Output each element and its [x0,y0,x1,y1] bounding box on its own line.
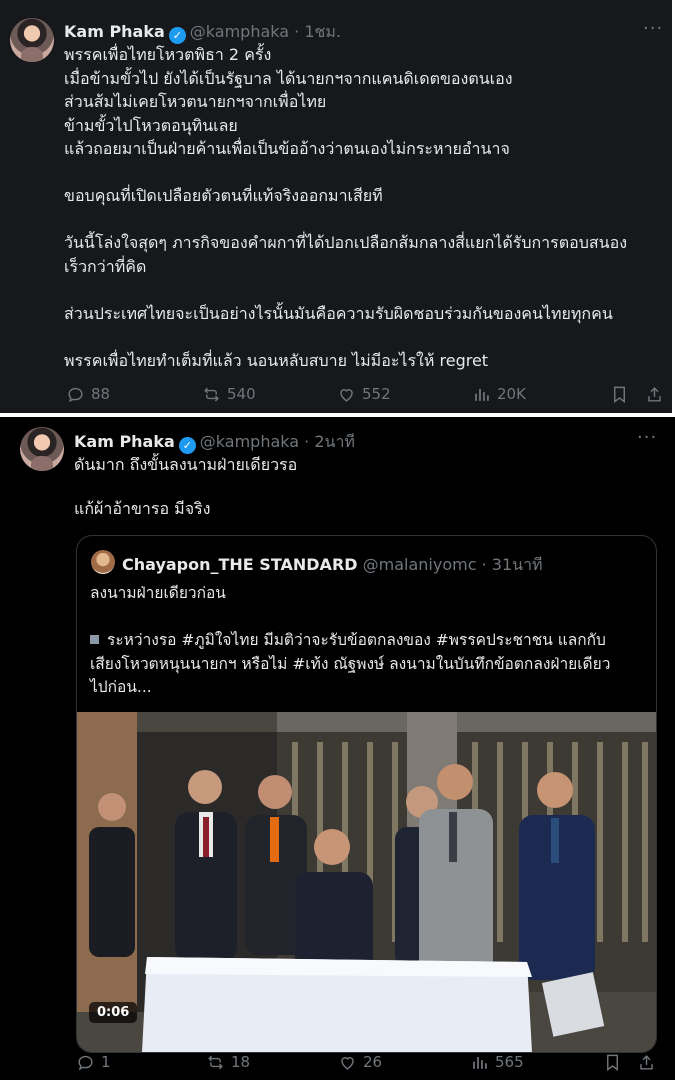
share-icon [648,386,661,402]
avatar[interactable] [10,18,54,62]
bullet-icon [90,635,99,644]
avatar[interactable] [20,427,64,471]
reply-icon [78,1055,93,1070]
video-thumbnail [77,712,656,1052]
like-count: 26 [363,1053,383,1071]
repost-count: 540 [227,385,256,403]
more-options-icon[interactable]: ··· [643,18,663,39]
quote-line1: ลงนามฝ่ายเดียวก่อน [90,584,226,602]
views-icon [475,388,489,401]
bookmark-icon [607,1054,618,1071]
author-name[interactable]: Kam Phaka [74,432,175,451]
quote-text: ลงนามฝ่ายเดียวก่อน ระหว่างรอ #ภูมิใจไทย … [90,582,650,700]
more-options-icon[interactable]: ··· [637,427,657,448]
share-button[interactable] [637,1053,656,1072]
author-handle-time[interactable]: @kamphaka · 2นาที [200,432,355,451]
tweet-header: Kam Phaka ✓ @kamphaka · 2นาที [74,430,355,455]
author-name[interactable]: Kam Phaka [64,22,165,41]
views-button[interactable]: 565 [470,1053,524,1072]
views-count: 20K [497,385,526,403]
quote-author-handle-time[interactable]: @malaniyomc · 31นาที [363,555,543,574]
like-button[interactable]: 552 [337,385,391,404]
quote-body: ระหว่างรอ #ภูมิใจไทย มีมติว่าจะรับข้อตกล… [90,631,611,696]
views-button[interactable]: 20K [472,385,526,404]
bookmark-button[interactable] [603,1053,622,1072]
tweet-1: Kam Phaka ✓ @kamphaka · 1ชม. ··· พรรคเพื่อ… [0,0,675,413]
like-count: 552 [362,385,391,403]
repost-icon [208,1055,223,1069]
repost-icon [204,387,219,401]
tweet-actions: 1 18 26 565 [0,1051,675,1073]
tweet-actions: 88 540 552 20K [0,383,672,405]
tweet-text: พรรคเพื่อไทยโหวตพิธา 2 ครั้ง เมื่อข้ามขั… [64,45,628,370]
tweet-header: Kam Phaka ✓ @kamphaka · 1ชม. [64,20,341,45]
reply-count: 88 [91,385,111,403]
video-player[interactable]: 0:06 [77,712,656,1052]
quote-author-name[interactable]: Chayapon_THE STANDARD [122,555,358,574]
share-button[interactable] [645,385,664,404]
quote-avatar[interactable] [91,550,115,574]
bookmark-button[interactable] [610,385,629,404]
repost-button[interactable]: 540 [202,385,256,404]
repost-count: 18 [231,1053,251,1071]
like-button[interactable]: 26 [338,1053,382,1072]
verified-badge-icon: ✓ [168,27,186,44]
repost-button[interactable]: 18 [206,1053,250,1072]
heart-icon [341,1056,354,1070]
tweet-2: Kam Phaka ✓ @kamphaka · 2นาที ··· ดันมาก ถ… [0,417,675,1080]
views-icon [473,1056,487,1069]
views-count: 565 [495,1053,524,1071]
verified-badge-icon: ✓ [178,437,196,454]
video-timecode: 0:06 [89,1002,138,1023]
reply-button[interactable]: 88 [66,385,110,404]
author-handle-time[interactable]: @kamphaka · 1ชม. [190,22,341,41]
reply-count: 1 [101,1053,111,1071]
share-icon [640,1054,653,1070]
reply-button[interactable]: 1 [76,1053,111,1072]
tweet-text: ดันมาก ถึงขั้นลงนามฝ่ายเดียวรอ แก้ผ้าอ้า… [74,455,298,518]
quoted-tweet[interactable]: Chayapon_THE STANDARD @malaniyomc · 31นา… [76,535,657,1053]
reply-icon [68,387,83,402]
bookmark-icon [614,386,625,403]
quote-header: Chayapon_THE STANDARD @malaniyomc · 31นา… [122,553,543,578]
heart-icon [340,388,353,402]
